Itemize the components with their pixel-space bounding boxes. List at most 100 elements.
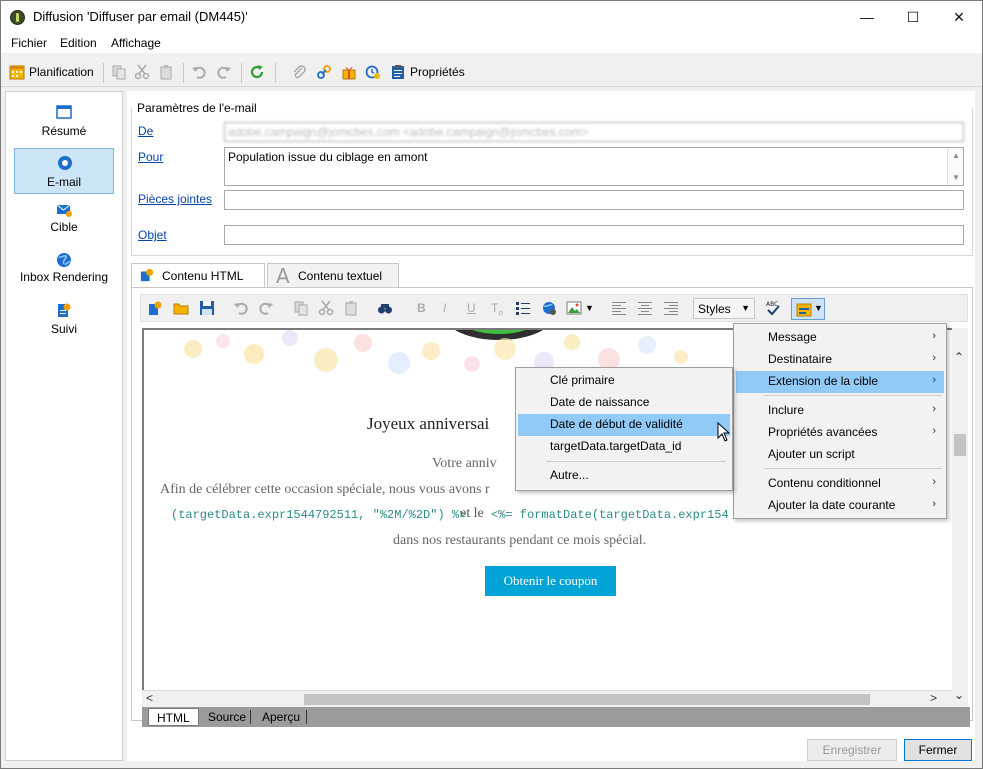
link-icon[interactable] bbox=[316, 64, 332, 80]
menu-edition[interactable]: Edition bbox=[60, 36, 97, 50]
editor-cut-icon[interactable] bbox=[318, 300, 334, 316]
personalization-dropdown-button[interactable]: ▼ bbox=[791, 298, 825, 320]
editor-paste-icon[interactable] bbox=[343, 300, 359, 316]
align-right-icon[interactable] bbox=[663, 300, 679, 316]
nav-item-tracking[interactable]: Suivi bbox=[14, 296, 114, 342]
editor-copy-icon[interactable] bbox=[293, 300, 309, 316]
scroll-down-icon[interactable]: ⌄ bbox=[954, 688, 964, 702]
open-folder-icon[interactable] bbox=[173, 300, 189, 316]
menu-item-add-current-date[interactable]: Ajouter la date courante › bbox=[736, 495, 944, 517]
text-size-icon[interactable]: To bbox=[491, 301, 503, 317]
summary-icon bbox=[56, 105, 72, 119]
submenu-item-other[interactable]: Autre... bbox=[518, 465, 730, 487]
scroll-thumb[interactable] bbox=[954, 434, 966, 456]
menu-item-add-script[interactable]: Ajouter un script bbox=[736, 444, 944, 466]
bold-icon[interactable]: B bbox=[417, 301, 426, 315]
nav-item-target[interactable]: Cible bbox=[14, 198, 114, 244]
from-link[interactable]: De bbox=[138, 124, 153, 138]
tab-source[interactable]: Source bbox=[200, 708, 254, 726]
submenu-item-birth-date[interactable]: Date de naissance bbox=[518, 392, 730, 414]
from-field[interactable]: adobe.campaign@jomcbes.com <adobe.campai… bbox=[224, 122, 964, 142]
bullet-list-icon[interactable] bbox=[515, 300, 531, 316]
to-field-scrollbar[interactable]: ▲ ▼ bbox=[947, 148, 963, 185]
submenu-arrow-icon: › bbox=[932, 374, 936, 386]
underline-icon[interactable]: U bbox=[467, 301, 476, 315]
email-line-2: Afin de célébrer cette occasion spéciale… bbox=[160, 482, 490, 497]
maximize-button[interactable]: ☐ bbox=[890, 1, 936, 33]
tab-html-content[interactable]: Contenu HTML bbox=[131, 263, 265, 289]
menu-item-advanced-properties[interactable]: Propriétés avancées › bbox=[736, 422, 944, 444]
attachment-icon[interactable] bbox=[291, 64, 307, 80]
to-link[interactable]: Pour bbox=[138, 150, 163, 164]
calendar-icon[interactable] bbox=[9, 64, 25, 80]
schedule-check-icon[interactable] bbox=[365, 64, 381, 80]
tab-preview[interactable]: Aperçu bbox=[254, 708, 308, 726]
title-bar: Diffusion 'Diffuser par email (DM445)' —… bbox=[1, 1, 982, 33]
paste-icon[interactable] bbox=[158, 64, 174, 80]
nav-item-summary[interactable]: Résumé bbox=[14, 98, 114, 144]
close-button[interactable]: Fermer bbox=[904, 739, 972, 761]
save-button[interactable]: Enregistrer bbox=[807, 739, 897, 761]
spellcheck-icon[interactable]: ABC bbox=[765, 300, 781, 316]
subject-link[interactable]: Objet bbox=[138, 228, 167, 242]
refresh-icon[interactable] bbox=[249, 64, 265, 80]
cut-icon[interactable] bbox=[134, 64, 150, 80]
align-left-icon[interactable] bbox=[611, 300, 627, 316]
menu-item-include[interactable]: Inclure › bbox=[736, 400, 944, 422]
editor-undo-icon[interactable] bbox=[233, 300, 249, 316]
scroll-right-icon[interactable]: > bbox=[930, 691, 937, 705]
gift-icon[interactable] bbox=[341, 64, 357, 80]
properties-icon[interactable] bbox=[390, 64, 406, 80]
menu-item-label: Inclure bbox=[768, 403, 805, 417]
nav-label: Résumé bbox=[41, 124, 87, 138]
hyperlink-icon[interactable] bbox=[541, 300, 557, 316]
image-icon[interactable] bbox=[566, 300, 582, 316]
attachments-link[interactable]: Pièces jointes bbox=[138, 192, 212, 206]
styles-select[interactable]: Styles ▼ bbox=[693, 298, 755, 319]
subject-field[interactable] bbox=[224, 225, 964, 245]
menu-separator bbox=[764, 395, 942, 396]
tab-text-label: Contenu textuel bbox=[298, 269, 383, 283]
nav-item-inbox-rendering[interactable]: Inbox Rendering bbox=[14, 246, 114, 292]
scroll-left-icon[interactable]: < bbox=[146, 691, 153, 705]
find-icon[interactable] bbox=[377, 300, 393, 316]
scroll-thumb[interactable] bbox=[304, 694, 870, 705]
menu-affichage[interactable]: Affichage bbox=[111, 36, 161, 50]
menu-item-label: Message bbox=[768, 330, 817, 344]
tab-html[interactable]: HTML bbox=[148, 708, 199, 726]
submenu-item-primary-key[interactable]: Clé primaire bbox=[518, 370, 730, 392]
properties-button[interactable]: Propriétés bbox=[410, 65, 465, 79]
editor-toolbar: B I U To ▼ Styles ▼ ABC ▼ bbox=[140, 294, 968, 322]
copy-icon[interactable] bbox=[111, 64, 127, 80]
editor-vertical-scrollbar[interactable]: ⌃ ⌄ bbox=[952, 328, 968, 708]
align-center-icon[interactable] bbox=[637, 300, 653, 316]
save-icon[interactable] bbox=[199, 300, 215, 316]
editor-redo-icon[interactable] bbox=[258, 300, 274, 316]
menu-item-message[interactable]: Message › bbox=[736, 327, 944, 349]
new-content-icon[interactable] bbox=[147, 300, 163, 316]
tab-text-content[interactable]: A Contenu textuel bbox=[267, 263, 399, 288]
confetti-dot bbox=[464, 356, 480, 372]
close-window-button[interactable]: ✕ bbox=[936, 1, 982, 33]
to-field[interactable]: Population issue du ciblage en amont ▲ ▼ bbox=[224, 147, 964, 186]
coupon-button[interactable]: Obtenir le coupon bbox=[485, 566, 616, 596]
undo-icon[interactable] bbox=[191, 64, 207, 80]
menu-fichier[interactable]: Fichier bbox=[11, 36, 47, 50]
submenu-item-target-data-id[interactable]: targetData.targetData_id bbox=[518, 436, 730, 458]
email-line-3: dans nos restaurants pendant ce mois spé… bbox=[393, 533, 647, 548]
italic-icon[interactable]: I bbox=[443, 301, 446, 315]
editor-horizontal-scrollbar[interactable]: < > bbox=[142, 690, 952, 707]
minimize-button[interactable]: — bbox=[844, 1, 890, 33]
schedule-button[interactable]: Planification bbox=[29, 65, 94, 79]
submenu-item-validity-start-date[interactable]: Date de début de validité bbox=[518, 414, 730, 436]
menu-item-recipient[interactable]: Destinataire › bbox=[736, 349, 944, 371]
menu-item-label: Contenu conditionnel bbox=[768, 476, 881, 490]
attachments-field[interactable] bbox=[224, 190, 964, 210]
menu-item-target-extension[interactable]: Extension de la cible › bbox=[736, 371, 944, 393]
email-heading: Joyeux anniversai bbox=[367, 414, 490, 433]
scroll-up-icon[interactable]: ⌃ bbox=[954, 350, 964, 364]
nav-item-email[interactable]: E-mail bbox=[14, 148, 114, 194]
image-dropdown-icon[interactable]: ▼ bbox=[585, 303, 594, 313]
menu-item-conditional-content[interactable]: Contenu conditionnel › bbox=[736, 473, 944, 495]
redo-icon[interactable] bbox=[216, 64, 232, 80]
